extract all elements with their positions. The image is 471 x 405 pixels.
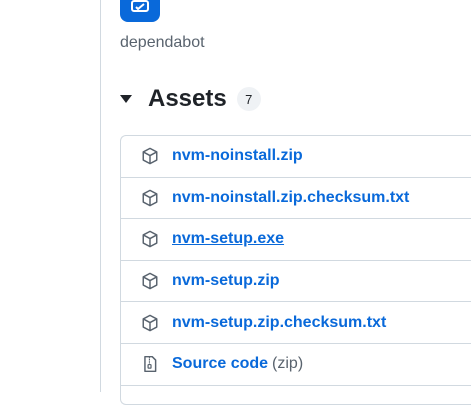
package-icon — [141, 230, 159, 248]
asset-row: nvm-setup.zip.checksum.txt — [121, 302, 471, 344]
content-divider — [100, 0, 101, 392]
package-icon — [141, 272, 159, 290]
asset-link[interactable]: nvm-noinstall.zip.checksum.txt — [172, 189, 409, 207]
assets-list: nvm-noinstall.zip nvm-noinstall.zip.chec… — [120, 135, 471, 405]
asset-link[interactable]: Source code — [172, 355, 268, 373]
asset-row: nvm-noinstall.zip — [121, 136, 471, 178]
asset-suffix: (zip) — [272, 355, 304, 373]
file-zip-icon — [141, 355, 159, 373]
asset-row: Source code (zip) — [121, 344, 471, 386]
caret-down-icon — [120, 93, 132, 105]
avatar[interactable] — [120, 0, 160, 22]
asset-link[interactable]: nvm-setup.exe — [172, 230, 284, 248]
package-icon — [141, 314, 159, 332]
asset-row: nvm-noinstall.zip.checksum.txt — [121, 178, 471, 220]
dependabot-icon — [131, 0, 149, 12]
author-name[interactable]: dependabot — [120, 34, 205, 52]
asset-link[interactable]: nvm-setup.zip — [172, 272, 280, 290]
package-icon — [141, 189, 159, 207]
asset-row: nvm-setup.exe — [121, 219, 471, 261]
asset-link[interactable]: nvm-noinstall.zip — [172, 147, 303, 165]
assets-title: Assets — [148, 85, 227, 112]
assets-toggle[interactable]: Assets 7 — [120, 84, 261, 114]
asset-row: nvm-setup.zip — [121, 261, 471, 303]
assets-count-badge: 7 — [236, 87, 261, 111]
asset-link[interactable]: nvm-setup.zip.checksum.txt — [172, 314, 386, 332]
package-icon — [141, 147, 159, 165]
